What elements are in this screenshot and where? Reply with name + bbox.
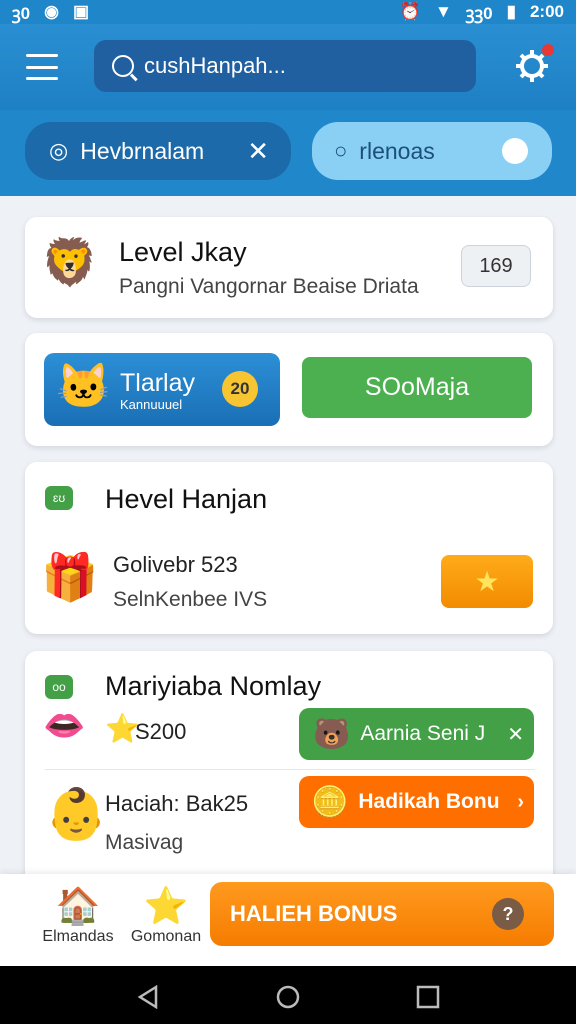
hadikah-label: Hadikah Bonu	[358, 790, 500, 813]
menu-line	[26, 65, 58, 69]
back-icon[interactable]	[136, 985, 160, 1009]
search-icon	[112, 55, 134, 77]
section-title: Mariyiaba Nomlay	[105, 671, 322, 701]
hadikah-bonus-button[interactable]: 🪙 Hadikah Bonu ›	[299, 776, 534, 828]
filter-chip-row: ◎ Hevbrnalam ✕ ○ rlenoas	[0, 110, 576, 196]
search-bar[interactable]	[94, 40, 476, 92]
home-icon: 🏠	[55, 885, 101, 926]
item-title: Golivebr 523	[113, 552, 238, 577]
coin-badge: 20	[222, 371, 258, 407]
star-icon: ⭐	[143, 885, 189, 926]
chat-bubble-icon[interactable]	[502, 138, 528, 164]
nav-home[interactable]: 🏠 Elmandas	[38, 884, 118, 946]
nav-star[interactable]: ⭐ Gomonan	[124, 884, 208, 946]
app-header	[0, 24, 576, 110]
action-card: 🐱 Tlarlay Kannuuuel 20 SOoMaja	[25, 333, 553, 446]
network-text: ꝫꝫ0	[465, 3, 493, 23]
bottom-navigation: 🏠 Elmandas ⭐ Gomonan HALIEH BONUS ?	[0, 874, 576, 966]
menu-line	[26, 54, 58, 57]
close-icon[interactable]: ✕	[507, 722, 524, 747]
star-button[interactable]: ★	[441, 555, 533, 608]
mariyiaba-card: oo Mariyiaba Nomlay 👄 ⭐ S200 🐻 Aarnia Se…	[25, 651, 553, 891]
nav-home-label: Elmandas	[42, 928, 114, 945]
aarnia-button[interactable]: 🐻 Aarnia Seni J ✕	[299, 708, 534, 760]
hevel-hanjan-card: ɛʊ Hevel Hanjan 🎁 Golivebr 523 SelnKenbe…	[25, 462, 553, 634]
card-subtitle: Pangni Vangornar Beaise Driata	[119, 275, 419, 298]
menu-line	[26, 77, 58, 80]
chip-rlenoas[interactable]: ○ rlenoas	[312, 122, 552, 180]
target-icon: ◎	[49, 138, 69, 163]
tlarlay-button[interactable]: 🐱 Tlarlay Kannuuuel 20	[44, 353, 280, 426]
battery-icon: ▮	[506, 2, 516, 21]
home-button-icon[interactable]	[276, 985, 300, 1009]
alarm-icon: ⏰	[399, 2, 421, 21]
bonus-label: HALIEH BONUS	[230, 901, 398, 926]
aarnia-label: Aarnia Seni J	[360, 722, 486, 745]
status-bar: ꝫ0 ◉ ▣ ⏰ ▼ ꝫꝫ0 ▮ 2:00	[0, 0, 576, 24]
section-icon: ɛʊ	[45, 486, 73, 510]
refresh-icon: ○	[334, 138, 348, 163]
blue-button-subtitle: Kannuuuel	[120, 397, 183, 412]
coin-icon: 🪙	[311, 785, 349, 819]
bear-icon: 🐻	[313, 717, 351, 751]
section-title: Hevel Hanjan	[105, 484, 268, 514]
baby-photo: 👶	[45, 786, 108, 842]
row2-title: Haciah: Bak25	[105, 791, 249, 816]
lips-icon: 👄	[43, 707, 86, 745]
system-navigation-bar	[0, 966, 576, 1024]
recents-icon[interactable]	[416, 985, 440, 1009]
chip-dark-label: Hevbrnalam	[80, 137, 205, 164]
blue-button-title: Tlarlay	[120, 369, 196, 397]
cat-character-icon: 🐱	[56, 362, 111, 411]
notification-icon: ◉	[44, 2, 59, 21]
green-action-button[interactable]: SOoMaja	[302, 357, 532, 418]
level-card[interactable]: 🦁 Level Jkay Pangni Vangornar Beaise Dri…	[25, 217, 553, 318]
info-icon[interactable]: ?	[492, 898, 524, 930]
chip-light-label: rlenoas	[359, 137, 435, 164]
chip-hevbrnalam[interactable]: ◎ Hevbrnalam ✕	[25, 122, 291, 180]
menu-button[interactable]	[26, 54, 58, 80]
row1-value: S200	[135, 719, 187, 744]
nav-star-label: Gomonan	[130, 928, 202, 945]
row2-subtitle: Masivag	[105, 831, 184, 854]
item-subtitle: SelnKenbee IVS	[113, 588, 268, 611]
row-divider	[45, 769, 535, 770]
chevron-right-icon: ›	[517, 790, 524, 813]
message-icon: ▣	[73, 2, 90, 21]
close-icon[interactable]: ✕	[247, 136, 269, 167]
gift-character-icon: 🎁	[41, 551, 99, 603]
bonus-button[interactable]: HALIEH BONUS ?	[210, 882, 554, 946]
star-icon: ★	[474, 566, 500, 597]
status-time: 2:00	[529, 2, 564, 21]
count-badge: 169	[461, 245, 531, 287]
section-icon: oo	[45, 675, 73, 699]
wifi-icon: ▼	[434, 2, 452, 21]
status-left-text: ꝫ0	[12, 3, 31, 23]
card-title: Level Jkay	[119, 237, 247, 267]
notification-dot	[542, 44, 554, 56]
lion-icon: 🦁	[41, 236, 99, 288]
search-input[interactable]	[144, 53, 444, 79]
